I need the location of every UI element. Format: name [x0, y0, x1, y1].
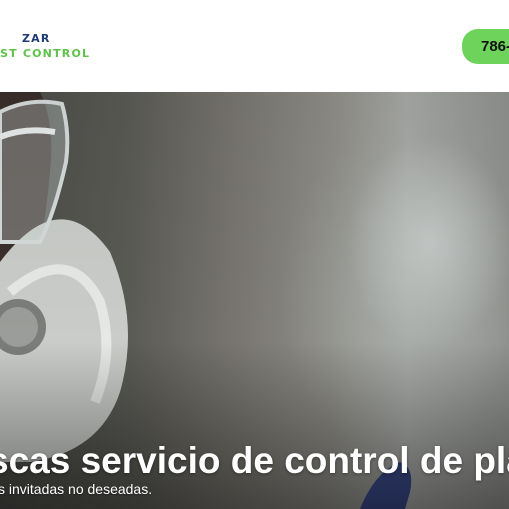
company-logo[interactable]: ZAR ST CONTROL — [0, 32, 90, 61]
site-header: ZAR ST CONTROL 786- — [0, 0, 509, 92]
phone-call-button[interactable]: 786- — [462, 29, 509, 64]
hero-banner: scas servicio de control de plaga s invi… — [0, 92, 509, 509]
hero-subtitle: s invitadas no deseadas. — [0, 481, 153, 497]
logo-line-2: ST CONTROL — [0, 47, 91, 60]
hero-title: scas servicio de control de plaga — [0, 440, 509, 481]
logo-line-1: ZAR — [22, 32, 51, 45]
